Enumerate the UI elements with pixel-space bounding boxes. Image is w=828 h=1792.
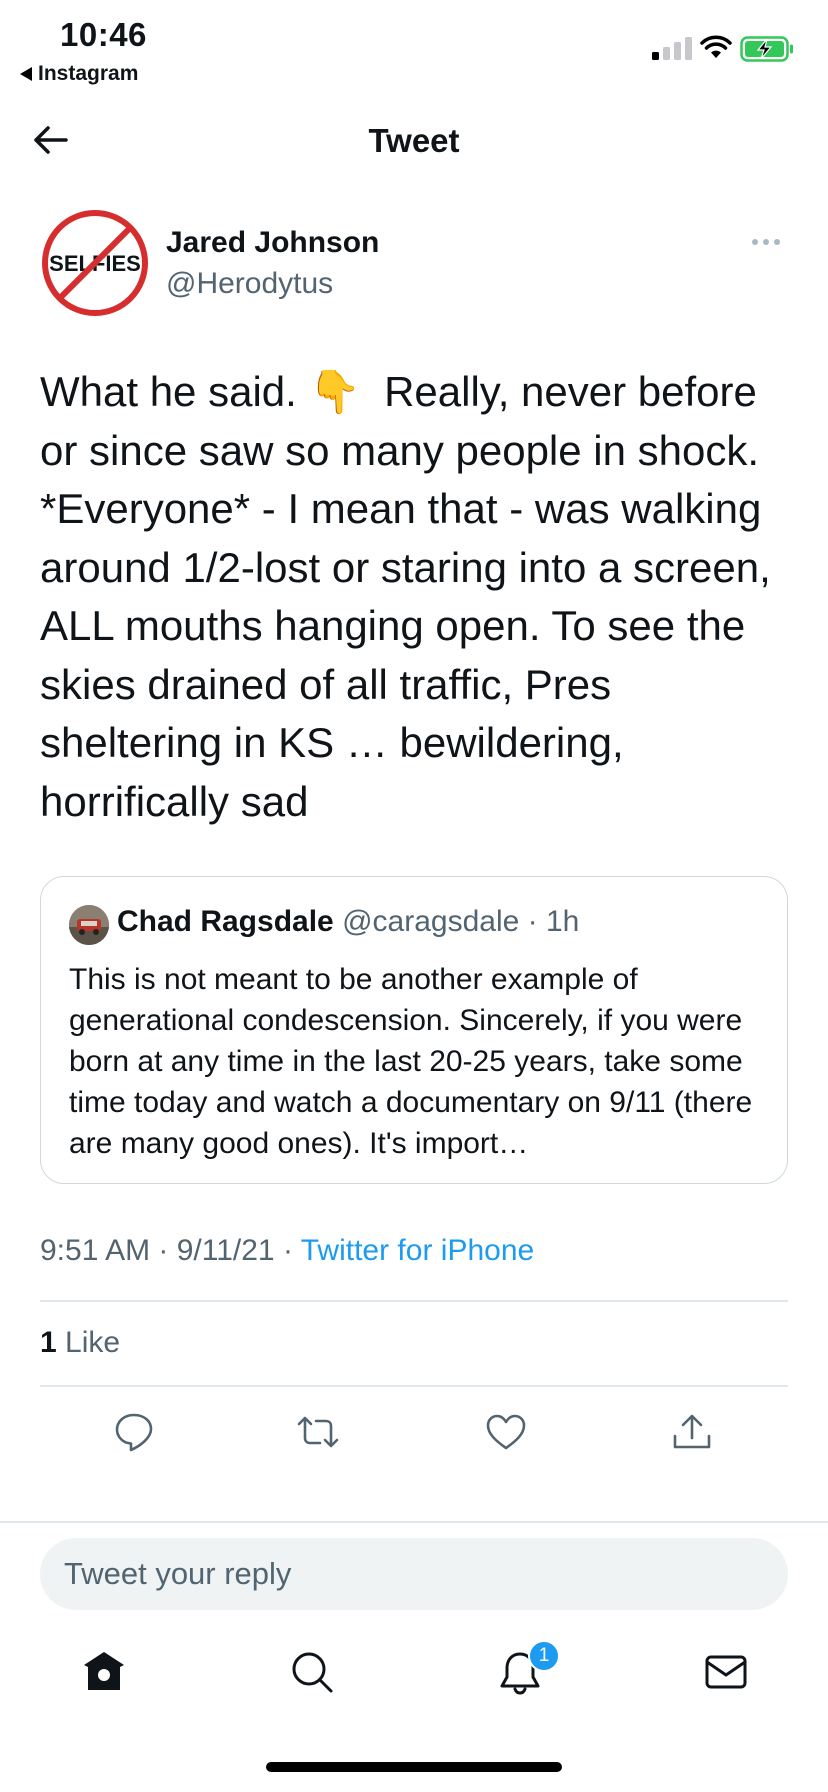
like-count-number: 1 — [40, 1326, 57, 1359]
like-count-label: Like — [65, 1326, 121, 1359]
tweet-meta: 9:51 AM · 9/11/21 · Twitter for iPhone — [40, 1234, 535, 1267]
page-title: Tweet — [368, 122, 460, 159]
bottom-tab-bar: 1 — [0, 1640, 828, 1710]
tweet-actions — [0, 1410, 828, 1460]
divider — [40, 1385, 788, 1387]
quoted-tweet-card[interactable]: Chad Ragsdale @caragsdale · 1h This is n… — [40, 876, 788, 1184]
battery-charging-icon — [740, 36, 793, 62]
wifi-icon — [700, 35, 732, 58]
quoted-tweet-text: This is not meant to be another example … — [69, 963, 753, 1160]
no-selfies-logo-icon: SELFIES — [42, 210, 148, 316]
home-icon[interactable] — [80, 1648, 128, 1696]
composer-divider — [0, 1521, 828, 1523]
quoted-author-avatar — [69, 905, 109, 945]
like-heart-icon[interactable] — [484, 1410, 528, 1454]
likes-count[interactable]: 1 Like — [40, 1326, 120, 1360]
quoted-tweet-age: 1h — [545, 905, 580, 938]
divider — [40, 1300, 788, 1302]
back-triangle-icon — [20, 67, 32, 81]
share-icon[interactable] — [670, 1410, 714, 1454]
tweet-date: 9/11/21 — [176, 1234, 275, 1267]
car-photo-icon — [69, 905, 109, 945]
tweet-text: What he said. 👇 Really, never before or … — [40, 368, 783, 825]
quoted-author-name: Chad Ragsdale — [117, 905, 334, 938]
back-app-label: Instagram — [38, 62, 139, 85]
back-to-app-link[interactable]: Instagram — [20, 62, 138, 86]
top-nav: Tweet — [0, 100, 828, 180]
author-name[interactable]: Jared Johnson — [166, 226, 379, 260]
reply-input[interactable] — [64, 1538, 764, 1610]
more-options-icon[interactable] — [752, 232, 788, 252]
reply-composer[interactable] — [40, 1538, 788, 1610]
home-indicator[interactable] — [266, 1762, 562, 1772]
notification-badge: 1 — [528, 1640, 560, 1672]
author-handle[interactable]: @Herodytus — [166, 267, 333, 301]
search-icon[interactable] — [288, 1648, 336, 1696]
quoted-tweet-header: Chad Ragsdale @caragsdale · 1h — [117, 905, 580, 938]
tweet-source-link[interactable]: Twitter for iPhone — [301, 1234, 534, 1267]
retweet-icon[interactable] — [296, 1410, 340, 1454]
mail-icon[interactable] — [702, 1648, 750, 1696]
quoted-author-handle: @caragsdale — [342, 905, 520, 938]
cellular-signal-icon — [652, 36, 692, 60]
author-avatar[interactable]: SELFIES — [40, 208, 150, 318]
status-bar: 10:46 Instagram — [0, 0, 828, 96]
reply-icon[interactable] — [112, 1410, 156, 1454]
status-time: 10:46 — [60, 16, 147, 53]
tweet-time: 9:51 AM — [40, 1234, 151, 1267]
